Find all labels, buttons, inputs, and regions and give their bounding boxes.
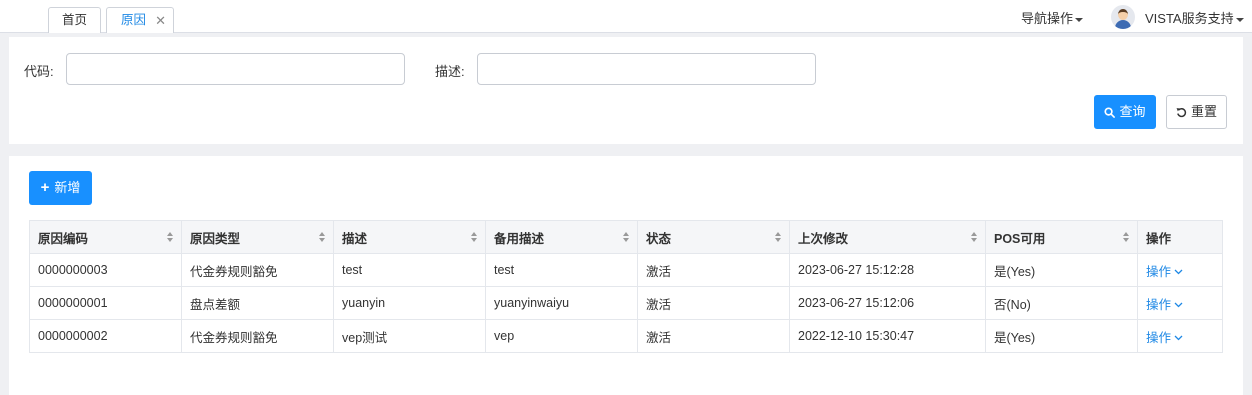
column-header[interactable]: 描述 (333, 220, 486, 254)
plus-icon: + (40, 179, 50, 196)
column-header[interactable]: 备用描述 (485, 220, 638, 254)
chevron-down-icon (1174, 302, 1183, 308)
row-action-dropdown[interactable]: 操作 (1137, 319, 1223, 353)
user-name-label: VISTA服务支持 (1145, 11, 1234, 26)
sort-icon[interactable] (623, 232, 629, 242)
top-bar: 首页 原因 ✕ 导航操作 VISTA服务支持 (0, 0, 1252, 33)
search-icon (1104, 107, 1116, 118)
column-header[interactable]: 上次修改 (789, 220, 986, 254)
reset-button[interactable]: 重置 (1166, 95, 1227, 129)
search-panel: 代码: 描述: 查询 重置 (9, 37, 1243, 144)
add-button[interactable]: + 新增 (29, 171, 92, 205)
row-action-dropdown[interactable]: 操作 (1137, 253, 1223, 287)
sort-icon[interactable] (775, 232, 781, 242)
table-cell: 激活 (637, 319, 790, 353)
table-cell: 2023-06-27 15:12:28 (789, 253, 986, 287)
query-button[interactable]: 查询 (1094, 95, 1156, 129)
column-header: 操作 (1137, 220, 1223, 254)
code-label: 代码: (24, 64, 54, 79)
chevron-down-icon (1174, 269, 1183, 275)
table-cell: yuanyinwaiyu (485, 286, 638, 320)
reset-icon (1176, 108, 1187, 118)
sort-icon[interactable] (1123, 232, 1129, 242)
list-panel: + 新增 原因编码 原因类型 描述 备用描述 状态 上次修改 POS可用 操作 0… (9, 156, 1243, 395)
table-cell: 2022-12-10 15:30:47 (789, 319, 986, 353)
sort-icon[interactable] (971, 232, 977, 242)
caret-down-icon (1235, 17, 1244, 22)
table-cell: 2023-06-27 15:12:06 (789, 286, 986, 320)
table-row[interactable]: 0000000003 代金券规则豁免 test test 激活 2023-06-… (29, 253, 1223, 287)
table-cell: 否(No) (985, 286, 1138, 320)
table-cell: 激活 (637, 253, 790, 287)
column-header[interactable]: 原因类型 (181, 220, 334, 254)
table-cell: 代金券规则豁免 (181, 253, 334, 287)
table-cell: vep测试 (333, 319, 486, 353)
avatar-icon[interactable] (1111, 5, 1135, 29)
table-cell: 0000000001 (29, 286, 182, 320)
table-cell: 0000000003 (29, 253, 182, 287)
user-menu[interactable]: VISTA服务支持 (1145, 8, 1244, 27)
table-row[interactable]: 0000000002 代金券规则豁免 vep测试 vep 激活 2022-12-… (29, 319, 1223, 353)
add-button-label: 新增 (54, 180, 81, 195)
query-button-label: 查询 (1119, 104, 1146, 119)
table-header-row: 原因编码 原因类型 描述 备用描述 状态 上次修改 POS可用 操作 (29, 220, 1223, 254)
desc-input[interactable] (477, 53, 816, 85)
table-cell: vep (485, 319, 638, 353)
sort-icon[interactable] (471, 232, 477, 242)
table-row[interactable]: 0000000001 盘点差额 yuanyin yuanyinwaiyu 激活 … (29, 286, 1223, 320)
table-cell: yuanyin (333, 286, 486, 320)
column-header[interactable]: POS可用 (985, 220, 1138, 254)
nav-ops-label: 导航操作 (1021, 11, 1074, 26)
table-cell: test (333, 253, 486, 287)
table-cell: test (485, 253, 638, 287)
row-action-dropdown[interactable]: 操作 (1137, 286, 1223, 320)
table-cell: 是(Yes) (985, 319, 1138, 353)
table-cell: 代金券规则豁免 (181, 319, 334, 353)
table-cell: 盘点差额 (181, 286, 334, 320)
chevron-down-icon (1174, 335, 1183, 341)
sort-icon[interactable] (319, 232, 325, 242)
desc-label: 描述: (435, 64, 465, 79)
sort-icon[interactable] (167, 232, 173, 242)
tab-reason-label: 原因 (121, 13, 147, 27)
reason-table: 原因编码 原因类型 描述 备用描述 状态 上次修改 POS可用 操作 00000… (29, 220, 1223, 353)
tab-home-label: 首页 (61, 13, 87, 27)
tab-reason[interactable]: 原因 ✕ (106, 7, 174, 33)
column-header[interactable]: 状态 (637, 220, 790, 254)
reset-button-label: 重置 (1190, 104, 1217, 119)
table-cell: 是(Yes) (985, 253, 1138, 287)
caret-down-icon (1075, 17, 1084, 22)
code-input[interactable] (66, 53, 405, 85)
nav-ops-menu[interactable]: 导航操作 (1021, 8, 1084, 27)
table-cell: 0000000002 (29, 319, 182, 353)
column-header[interactable]: 原因编码 (29, 220, 182, 254)
table-cell: 激活 (637, 286, 790, 320)
close-icon[interactable]: ✕ (155, 8, 166, 33)
tab-home[interactable]: 首页 (48, 7, 101, 33)
